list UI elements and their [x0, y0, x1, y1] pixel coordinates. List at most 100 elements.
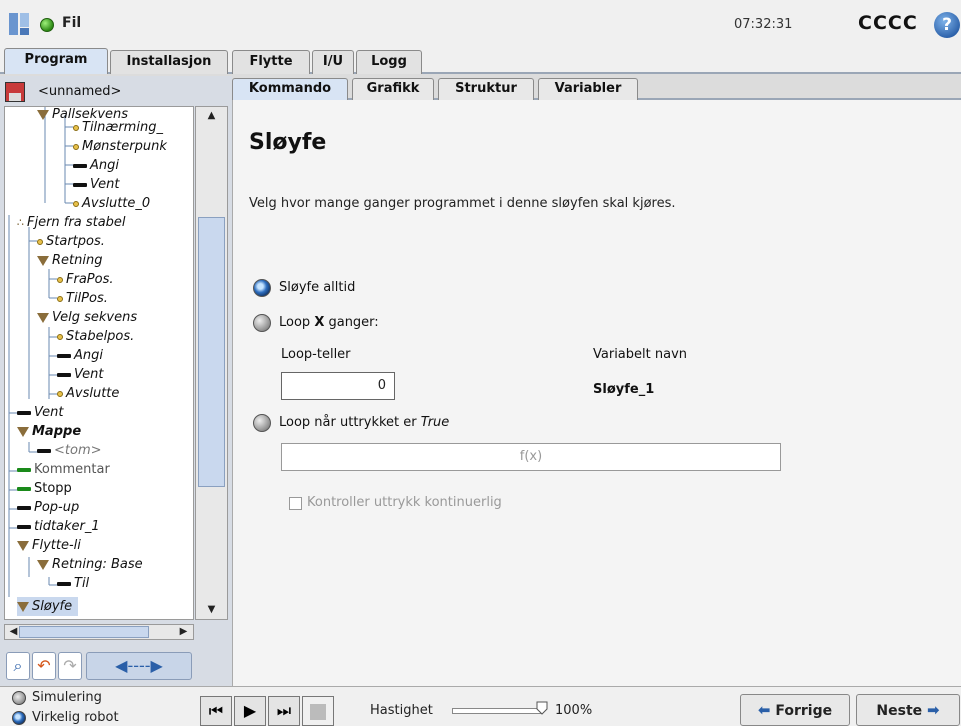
- tree-horizontal-scrollbar[interactable]: ◀ ▶: [4, 624, 194, 640]
- stop-icon[interactable]: [302, 696, 334, 726]
- tab-installasjon[interactable]: Installasjon: [110, 50, 228, 74]
- save-program-icon[interactable]: [5, 82, 25, 102]
- tree-node-label: Retning: [52, 253, 103, 268]
- radio-loop-expression[interactable]: [253, 414, 271, 432]
- scroll-up-icon[interactable]: ▲: [197, 109, 226, 123]
- command-bar-icon: [17, 524, 31, 529]
- program-tree[interactable]: Pallsekvens Tilnærming_ Mønsterpunk Angi…: [4, 106, 194, 620]
- redo-icon[interactable]: ↷: [58, 652, 82, 680]
- tree-node-velg-sekvens[interactable]: Velg sekvens: [37, 308, 137, 327]
- tree-node-label: Angi: [74, 348, 103, 363]
- robot-name: CCCC: [858, 12, 918, 34]
- tab-logg[interactable]: Logg: [356, 50, 422, 74]
- step-forward-icon[interactable]: ⏭: [268, 696, 300, 726]
- tree-node-startpos[interactable]: Startpos.: [37, 232, 105, 251]
- radio-real-robot[interactable]: [12, 711, 26, 725]
- command-bar-icon: [73, 163, 87, 168]
- tree-node-retning[interactable]: Retning: [37, 251, 102, 270]
- tree-node-sloyfe-selected[interactable]: Sløyfe: [17, 597, 79, 616]
- tree-node-til[interactable]: Til: [57, 574, 89, 593]
- radio-loop-always[interactable]: [253, 279, 271, 297]
- file-menu[interactable]: Fil: [62, 15, 81, 31]
- tree-node-mappe[interactable]: Mappe: [17, 422, 81, 441]
- tree-node-label: Stopp: [34, 481, 72, 496]
- waypoint-icon: [73, 200, 79, 207]
- tree-node-stopp[interactable]: Stopp: [17, 479, 72, 498]
- scroll-down-icon[interactable]: ▼: [197, 603, 226, 617]
- folder-triangle-icon: [17, 426, 29, 437]
- tree-node-flytte-li[interactable]: Flytte-li: [17, 536, 81, 555]
- continuous-check-label: Kontroller uttrykk kontinuerlig: [307, 495, 502, 510]
- waypoint-icon: [73, 124, 79, 131]
- tree-node-tidtaker[interactable]: tidtaker_1: [17, 517, 100, 536]
- play-icon[interactable]: ▶: [234, 696, 266, 726]
- scroll-thumb[interactable]: [19, 626, 149, 638]
- command-bar-icon: [57, 581, 71, 586]
- folder-triangle-icon: [37, 255, 49, 266]
- program-name: <unnamed>: [38, 84, 122, 99]
- tree-node-angi[interactable]: Angi: [73, 156, 119, 175]
- tree-node-label: Vent: [74, 367, 104, 382]
- tree-node-avslutte-0[interactable]: Avslutte_0: [73, 194, 150, 213]
- tree-node-label: Avslutte: [66, 386, 120, 401]
- tab-struktur[interactable]: Struktur: [438, 78, 534, 100]
- arrow-right-icon: ➡: [927, 701, 940, 719]
- expression-input[interactable]: f(x): [281, 443, 781, 471]
- tree-node-frapos[interactable]: FraPos.: [57, 270, 114, 289]
- tree-vertical-scrollbar[interactable]: ▲ ▼: [195, 106, 228, 620]
- previous-label: Forrige: [775, 703, 833, 719]
- search-icon[interactable]: ⌕: [6, 652, 30, 680]
- tree-node-empty[interactable]: <tom>: [37, 441, 102, 460]
- tree-node-vent[interactable]: Vent: [73, 175, 119, 194]
- tab-program[interactable]: Program: [4, 48, 108, 74]
- move-arrows-icon[interactable]: ◀----▶: [86, 652, 192, 680]
- waypoint-icon: [57, 333, 63, 340]
- scroll-right-icon[interactable]: ▶: [169, 625, 198, 639]
- tree-node-tilnaerming[interactable]: Tilnærming_: [73, 118, 163, 137]
- tree-node-avslutte[interactable]: Avslutte: [57, 384, 119, 403]
- tab-flytte[interactable]: Flytte: [232, 50, 310, 74]
- tree-node-stabelpos[interactable]: Stabelpos.: [57, 327, 134, 346]
- tree-node-label: Velg sekvens: [52, 310, 138, 325]
- tree-node-monsterpunkt[interactable]: Mønsterpunk: [73, 137, 167, 156]
- command-bar-icon: [57, 353, 71, 358]
- command-bar-icon: [17, 486, 31, 491]
- help-icon[interactable]: ?: [934, 12, 960, 38]
- speed-slider-thumb[interactable]: [536, 701, 548, 715]
- undo-icon[interactable]: ↶: [32, 652, 56, 680]
- tree-node-retning-base[interactable]: Retning: Base: [37, 555, 143, 574]
- tree-node-fjern-fra-stabel[interactable]: ∴ Fjern fra stabel: [17, 213, 126, 232]
- tree-node-kommentar[interactable]: Kommentar: [17, 460, 110, 479]
- folder-triangle-icon: [17, 540, 29, 551]
- command-tabs: Kommando Grafikk Struktur Variabler: [232, 76, 961, 100]
- tree-node-tilpos[interactable]: TilPos.: [57, 289, 108, 308]
- command-bar-icon: [17, 467, 31, 472]
- scroll-thumb[interactable]: [198, 217, 225, 487]
- radio-loop-x-times[interactable]: [253, 314, 271, 332]
- tree-node-label: <tom>: [54, 443, 102, 458]
- continuous-check-checkbox[interactable]: [289, 497, 302, 510]
- next-button[interactable]: Neste ➡: [856, 694, 960, 726]
- tree-node-vent-3[interactable]: Vent: [17, 403, 63, 422]
- folder-triangle-icon: [17, 601, 29, 612]
- loop-counter-label: Loop-teller: [281, 347, 351, 362]
- page-description: Velg hvor mange ganger programmet i denn…: [249, 196, 676, 211]
- tab-variabler[interactable]: Variabler: [538, 78, 638, 100]
- radio-loop-expression-label: Loop når uttrykket er True: [279, 415, 450, 430]
- file-status-icon[interactable]: [40, 18, 54, 32]
- speed-slider[interactable]: [452, 708, 542, 714]
- tree-node-label: Startpos.: [46, 234, 105, 249]
- waypoint-icon: [57, 276, 63, 283]
- previous-button[interactable]: ⬅ Forrige: [740, 694, 850, 726]
- tree-node-popup[interactable]: Pop-up: [17, 498, 79, 517]
- tree-node-vent-2[interactable]: Vent: [57, 365, 103, 384]
- folder-triangle-icon: [37, 109, 49, 120]
- folder-triangle-icon: [37, 559, 49, 570]
- tab-iu[interactable]: I/U: [312, 50, 354, 74]
- tab-grafikk[interactable]: Grafikk: [352, 78, 434, 100]
- tree-node-angi-2[interactable]: Angi: [57, 346, 103, 365]
- loop-count-input[interactable]: 0: [281, 372, 395, 400]
- radio-simulation[interactable]: [12, 691, 26, 705]
- skip-back-icon[interactable]: ⏮: [200, 696, 232, 726]
- tab-kommando[interactable]: Kommando: [232, 78, 348, 100]
